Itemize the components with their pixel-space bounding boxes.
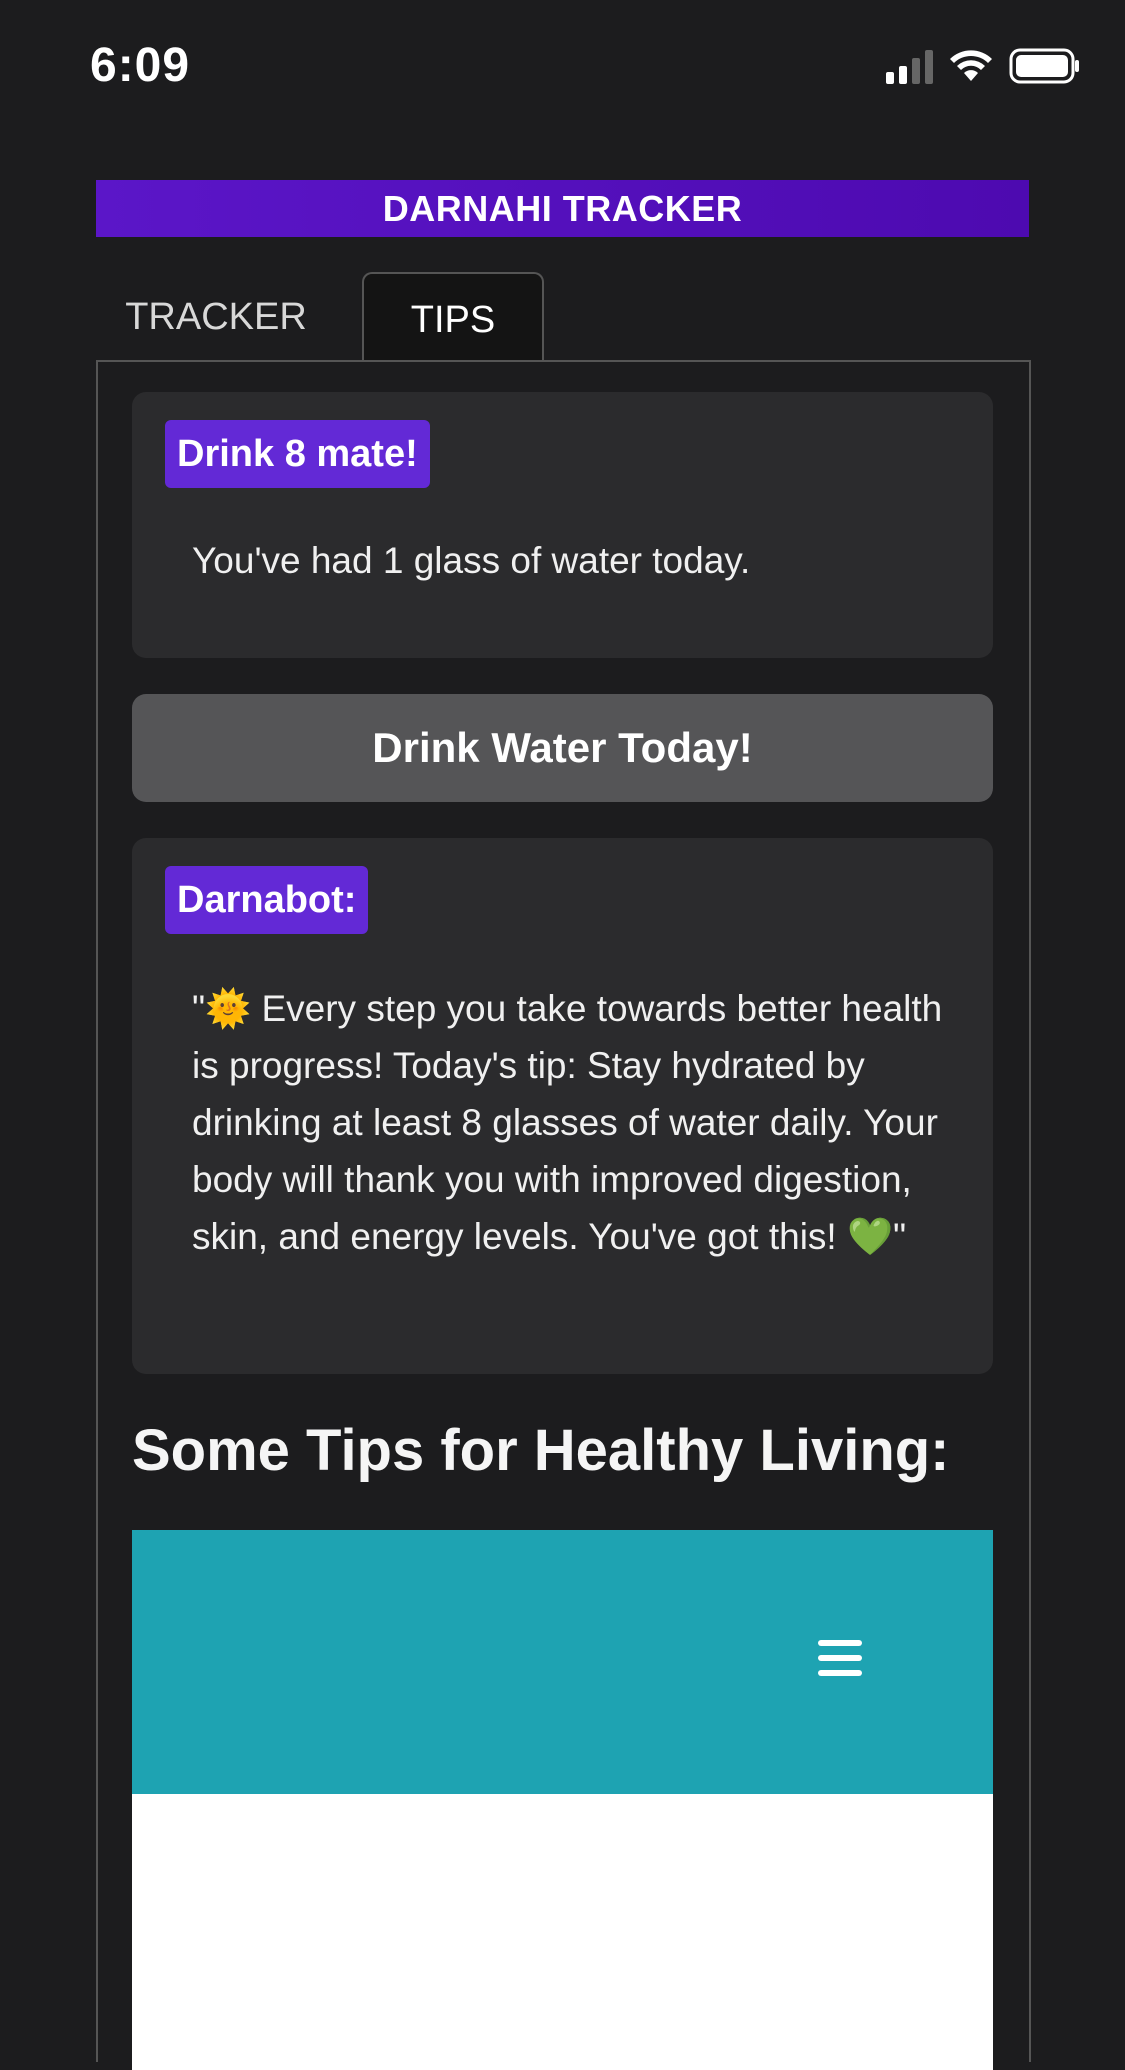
water-count-message: You've had 1 glass of water today.: [192, 540, 751, 581]
hamburger-menu-icon[interactable]: [818, 1640, 862, 1680]
app-title-banner: DARNAHI TRACKER: [96, 180, 1029, 237]
tab-tracker[interactable]: TRACKER: [116, 272, 316, 362]
drink-water-button[interactable]: Drink Water Today!: [132, 694, 993, 802]
water-goal-badge: Drink 8 mate!: [165, 420, 430, 488]
status-time: 6:09: [90, 39, 191, 92]
tips-panel: Drink 8 mate! You've had 1 glass of wate…: [96, 360, 1031, 2070]
cellular-signal-icon: [886, 48, 933, 84]
healthy-living-heading: Some Tips for Healthy Living:: [132, 1418, 950, 1483]
tab-bar: TRACKER TIPS: [96, 272, 1029, 366]
wifi-icon: [950, 50, 992, 81]
darnabot-card: Darnabot: "🌞 Every step you take towards…: [132, 838, 993, 1374]
battery-icon: [1009, 48, 1079, 84]
tips-embed-frame[interactable]: [132, 1530, 993, 2070]
tab-tips[interactable]: TIPS: [362, 272, 544, 366]
status-icons: [886, 48, 1081, 84]
embed-header: [132, 1530, 993, 1794]
darnabot-message: "🌞 Every step you take towards better he…: [192, 988, 943, 1257]
status-bar: 6:09: [0, 0, 1125, 140]
darnabot-badge: Darnabot:: [165, 866, 369, 934]
water-count-card: Drink 8 mate! You've had 1 glass of wate…: [132, 392, 993, 658]
